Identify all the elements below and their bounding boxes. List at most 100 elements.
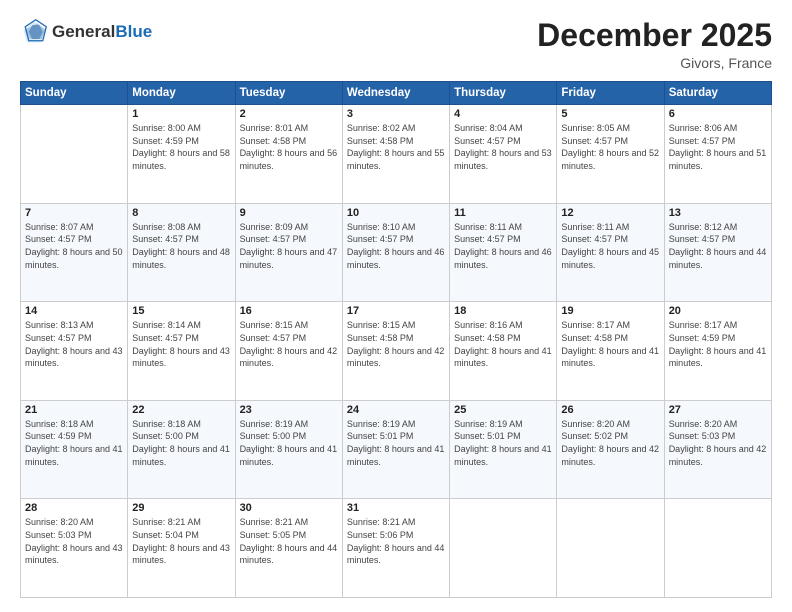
sunrise: Sunrise: 8:09 AM xyxy=(240,221,338,234)
day-number: 26 xyxy=(561,404,659,416)
sunrise: Sunrise: 8:19 AM xyxy=(347,418,445,431)
logo: General Blue xyxy=(20,18,152,46)
sunrise: Sunrise: 8:18 AM xyxy=(25,418,123,431)
day-info: Sunrise: 8:17 AM Sunset: 4:59 PM Dayligh… xyxy=(669,319,767,369)
day-info: Sunrise: 8:02 AM Sunset: 4:58 PM Dayligh… xyxy=(347,122,445,172)
calendar-cell: 23 Sunrise: 8:19 AM Sunset: 5:00 PM Dayl… xyxy=(235,400,342,499)
sunrise: Sunrise: 8:16 AM xyxy=(454,319,552,332)
logo-general: General xyxy=(52,22,115,42)
sunset: Sunset: 4:57 PM xyxy=(561,233,659,246)
daylight: Daylight: 8 hours and 44 minutes. xyxy=(669,246,767,271)
calendar-cell: 13 Sunrise: 8:12 AM Sunset: 4:57 PM Dayl… xyxy=(664,203,771,302)
day-info: Sunrise: 8:04 AM Sunset: 4:57 PM Dayligh… xyxy=(454,122,552,172)
calendar-cell: 15 Sunrise: 8:14 AM Sunset: 4:57 PM Dayl… xyxy=(128,302,235,401)
sunset: Sunset: 4:58 PM xyxy=(240,135,338,148)
sunset: Sunset: 4:57 PM xyxy=(561,135,659,148)
month-title: December 2025 xyxy=(537,18,772,53)
calendar-cell: 11 Sunrise: 8:11 AM Sunset: 4:57 PM Dayl… xyxy=(450,203,557,302)
day-info: Sunrise: 8:15 AM Sunset: 4:58 PM Dayligh… xyxy=(347,319,445,369)
daylight: Daylight: 8 hours and 47 minutes. xyxy=(240,246,338,271)
calendar-cell: 5 Sunrise: 8:05 AM Sunset: 4:57 PM Dayli… xyxy=(557,105,664,204)
sunset: Sunset: 5:03 PM xyxy=(25,529,123,542)
calendar-cell: 14 Sunrise: 8:13 AM Sunset: 4:57 PM Dayl… xyxy=(21,302,128,401)
day-number: 30 xyxy=(240,502,338,514)
sunrise: Sunrise: 8:11 AM xyxy=(561,221,659,234)
daylight: Daylight: 8 hours and 51 minutes. xyxy=(669,147,767,172)
sunset: Sunset: 5:06 PM xyxy=(347,529,445,542)
day-number: 23 xyxy=(240,404,338,416)
sunrise: Sunrise: 8:11 AM xyxy=(454,221,552,234)
day-info: Sunrise: 8:14 AM Sunset: 4:57 PM Dayligh… xyxy=(132,319,230,369)
calendar-cell: 7 Sunrise: 8:07 AM Sunset: 4:57 PM Dayli… xyxy=(21,203,128,302)
sunset: Sunset: 4:57 PM xyxy=(454,233,552,246)
sunrise: Sunrise: 8:15 AM xyxy=(240,319,338,332)
sunrise: Sunrise: 8:04 AM xyxy=(454,122,552,135)
day-info: Sunrise: 8:18 AM Sunset: 5:00 PM Dayligh… xyxy=(132,418,230,468)
calendar-cell xyxy=(21,105,128,204)
daylight: Daylight: 8 hours and 41 minutes. xyxy=(669,345,767,370)
sunrise: Sunrise: 8:08 AM xyxy=(132,221,230,234)
daylight: Daylight: 8 hours and 52 minutes. xyxy=(561,147,659,172)
sunrise: Sunrise: 8:05 AM xyxy=(561,122,659,135)
calendar-header-thursday: Thursday xyxy=(450,82,557,105)
sunset: Sunset: 4:59 PM xyxy=(132,135,230,148)
sunset: Sunset: 4:59 PM xyxy=(669,332,767,345)
calendar-cell: 24 Sunrise: 8:19 AM Sunset: 5:01 PM Dayl… xyxy=(342,400,449,499)
sunrise: Sunrise: 8:18 AM xyxy=(132,418,230,431)
sunset: Sunset: 4:59 PM xyxy=(25,430,123,443)
sunrise: Sunrise: 8:21 AM xyxy=(132,516,230,529)
day-info: Sunrise: 8:10 AM Sunset: 4:57 PM Dayligh… xyxy=(347,221,445,271)
calendar-header-tuesday: Tuesday xyxy=(235,82,342,105)
sunset: Sunset: 5:03 PM xyxy=(669,430,767,443)
calendar-page: General Blue December 2025 Givors, Franc… xyxy=(0,0,792,612)
sunrise: Sunrise: 8:17 AM xyxy=(561,319,659,332)
day-number: 12 xyxy=(561,207,659,219)
daylight: Daylight: 8 hours and 41 minutes. xyxy=(25,443,123,468)
day-info: Sunrise: 8:21 AM Sunset: 5:05 PM Dayligh… xyxy=(240,516,338,566)
calendar-cell: 22 Sunrise: 8:18 AM Sunset: 5:00 PM Dayl… xyxy=(128,400,235,499)
day-number: 24 xyxy=(347,404,445,416)
day-info: Sunrise: 8:05 AM Sunset: 4:57 PM Dayligh… xyxy=(561,122,659,172)
day-number: 6 xyxy=(669,108,767,120)
day-info: Sunrise: 8:07 AM Sunset: 4:57 PM Dayligh… xyxy=(25,221,123,271)
daylight: Daylight: 8 hours and 43 minutes. xyxy=(25,542,123,567)
day-number: 1 xyxy=(132,108,230,120)
day-info: Sunrise: 8:00 AM Sunset: 4:59 PM Dayligh… xyxy=(132,122,230,172)
day-info: Sunrise: 8:18 AM Sunset: 4:59 PM Dayligh… xyxy=(25,418,123,468)
sunset: Sunset: 5:05 PM xyxy=(240,529,338,542)
sunrise: Sunrise: 8:19 AM xyxy=(240,418,338,431)
calendar-cell: 1 Sunrise: 8:00 AM Sunset: 4:59 PM Dayli… xyxy=(128,105,235,204)
sunrise: Sunrise: 8:21 AM xyxy=(347,516,445,529)
sunrise: Sunrise: 8:02 AM xyxy=(347,122,445,135)
day-number: 17 xyxy=(347,305,445,317)
calendar-cell: 10 Sunrise: 8:10 AM Sunset: 4:57 PM Dayl… xyxy=(342,203,449,302)
sunset: Sunset: 4:57 PM xyxy=(240,233,338,246)
day-info: Sunrise: 8:13 AM Sunset: 4:57 PM Dayligh… xyxy=(25,319,123,369)
daylight: Daylight: 8 hours and 58 minutes. xyxy=(132,147,230,172)
calendar-cell: 25 Sunrise: 8:19 AM Sunset: 5:01 PM Dayl… xyxy=(450,400,557,499)
calendar-cell: 26 Sunrise: 8:20 AM Sunset: 5:02 PM Dayl… xyxy=(557,400,664,499)
calendar-cell: 9 Sunrise: 8:09 AM Sunset: 4:57 PM Dayli… xyxy=(235,203,342,302)
sunrise: Sunrise: 8:15 AM xyxy=(347,319,445,332)
calendar-week-row: 21 Sunrise: 8:18 AM Sunset: 4:59 PM Dayl… xyxy=(21,400,772,499)
sunrise: Sunrise: 8:00 AM xyxy=(132,122,230,135)
sunset: Sunset: 5:00 PM xyxy=(132,430,230,443)
calendar-cell: 28 Sunrise: 8:20 AM Sunset: 5:03 PM Dayl… xyxy=(21,499,128,598)
daylight: Daylight: 8 hours and 41 minutes. xyxy=(240,443,338,468)
day-number: 5 xyxy=(561,108,659,120)
day-info: Sunrise: 8:20 AM Sunset: 5:03 PM Dayligh… xyxy=(25,516,123,566)
sunset: Sunset: 5:02 PM xyxy=(561,430,659,443)
daylight: Daylight: 8 hours and 42 minutes. xyxy=(240,345,338,370)
calendar-cell: 19 Sunrise: 8:17 AM Sunset: 4:58 PM Dayl… xyxy=(557,302,664,401)
daylight: Daylight: 8 hours and 42 minutes. xyxy=(669,443,767,468)
sunrise: Sunrise: 8:17 AM xyxy=(669,319,767,332)
day-number: 16 xyxy=(240,305,338,317)
sunrise: Sunrise: 8:07 AM xyxy=(25,221,123,234)
calendar-cell: 21 Sunrise: 8:18 AM Sunset: 4:59 PM Dayl… xyxy=(21,400,128,499)
calendar-header-sunday: Sunday xyxy=(21,82,128,105)
day-info: Sunrise: 8:19 AM Sunset: 5:00 PM Dayligh… xyxy=(240,418,338,468)
daylight: Daylight: 8 hours and 42 minutes. xyxy=(561,443,659,468)
sunset: Sunset: 4:57 PM xyxy=(25,332,123,345)
calendar-cell: 2 Sunrise: 8:01 AM Sunset: 4:58 PM Dayli… xyxy=(235,105,342,204)
daylight: Daylight: 8 hours and 50 minutes. xyxy=(25,246,123,271)
